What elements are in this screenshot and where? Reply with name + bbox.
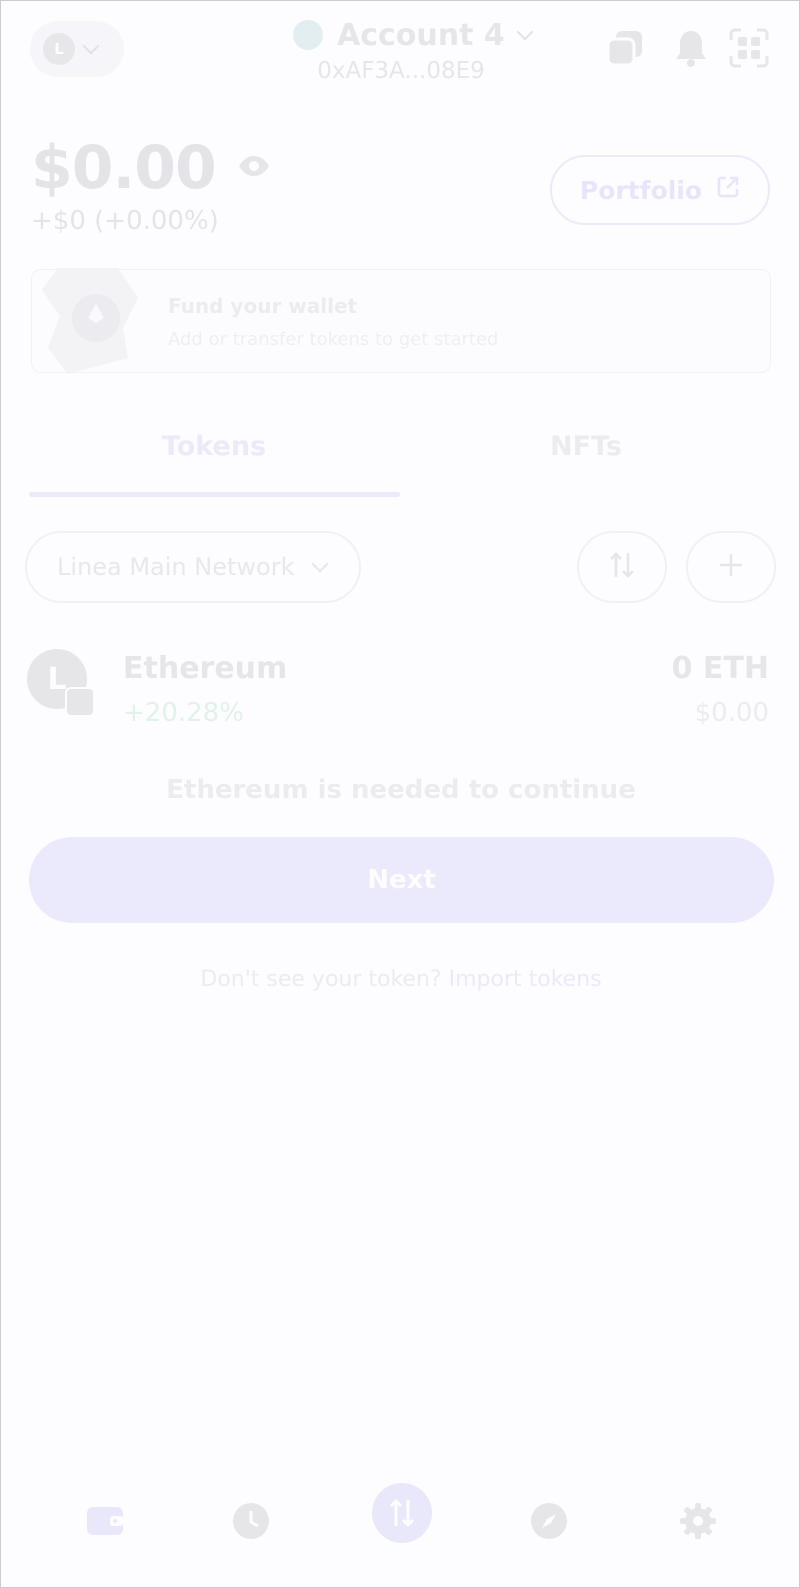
network-avatar-letter: L [54,40,64,58]
network-badge [65,687,95,717]
network-filter-label: Linea Main Network [57,553,295,581]
wallet-screen: L Account 4 0xAF3A...08E9 $0.00 +$0 (+0.… [0,0,800,1588]
swap-icon[interactable] [372,1483,432,1543]
eye-icon[interactable] [238,155,270,181]
next-button-label: Next [367,865,436,895]
active-tab-indicator [29,492,400,497]
account-chevron-down-icon [516,23,534,41]
token-balance: 0 ETH [671,651,769,686]
sort-icon [609,551,635,583]
external-link-icon [716,175,740,205]
token-fiat-value: $0.00 [694,698,769,728]
token-name: Ethereum [123,651,288,686]
network-avatar: L [43,33,75,65]
balance-amount: $0.00 [31,133,217,203]
fund-wallet-title: Fund your wallet [168,294,358,318]
import-tokens-link[interactable]: Import tokens [449,967,602,992]
network-chevron-down-icon [82,37,100,55]
next-button[interactable]: Next [29,837,774,923]
portfolio-button[interactable]: Portfolio [550,155,770,225]
add-icon [718,552,744,582]
network-filter-dropdown[interactable]: Linea Main Network [25,531,361,603]
ethereum-needed-message: Ethereum is needed to continue [166,775,636,805]
copy-icon[interactable] [605,28,645,68]
qr-scan-icon[interactable] [729,28,769,68]
import-tokens-row: Don't see your token? Import tokens [1,967,799,992]
settings-icon[interactable] [668,1491,728,1551]
sort-button[interactable] [577,531,667,603]
fund-wallet-subtitle: Add or transfer tokens to get started [168,329,499,350]
balance-row: $0.00 [31,133,270,203]
tab-nfts[interactable]: NFTs [401,431,771,462]
network-selector[interactable]: L [30,21,124,77]
account-avatar [293,20,323,50]
add-token-button[interactable] [686,531,776,603]
explore-icon[interactable] [519,1491,579,1551]
token-change: +20.28% [123,698,244,728]
fund-wallet-card[interactable]: Fund your wallet Add or transfer tokens … [31,268,771,374]
chevron-down-icon [311,555,329,573]
fund-wallet-illustration [38,268,148,374]
tab-tokens[interactable]: Tokens [29,431,399,462]
account-name: Account 4 [337,17,505,53]
token-avatar-letter: L [47,662,66,697]
import-question: Don't see your token? [200,967,442,992]
wallet-icon[interactable] [75,1491,135,1551]
account-address[interactable]: 0xAF3A...08E9 [301,58,501,84]
balance-change: +$0 (+0.00%) [31,206,219,236]
account-selector[interactable]: Account 4 [293,15,534,55]
activity-icon[interactable] [221,1491,281,1551]
bell-icon[interactable] [671,28,711,68]
portfolio-label: Portfolio [579,175,703,205]
bottom-nav [1,1483,799,1561]
